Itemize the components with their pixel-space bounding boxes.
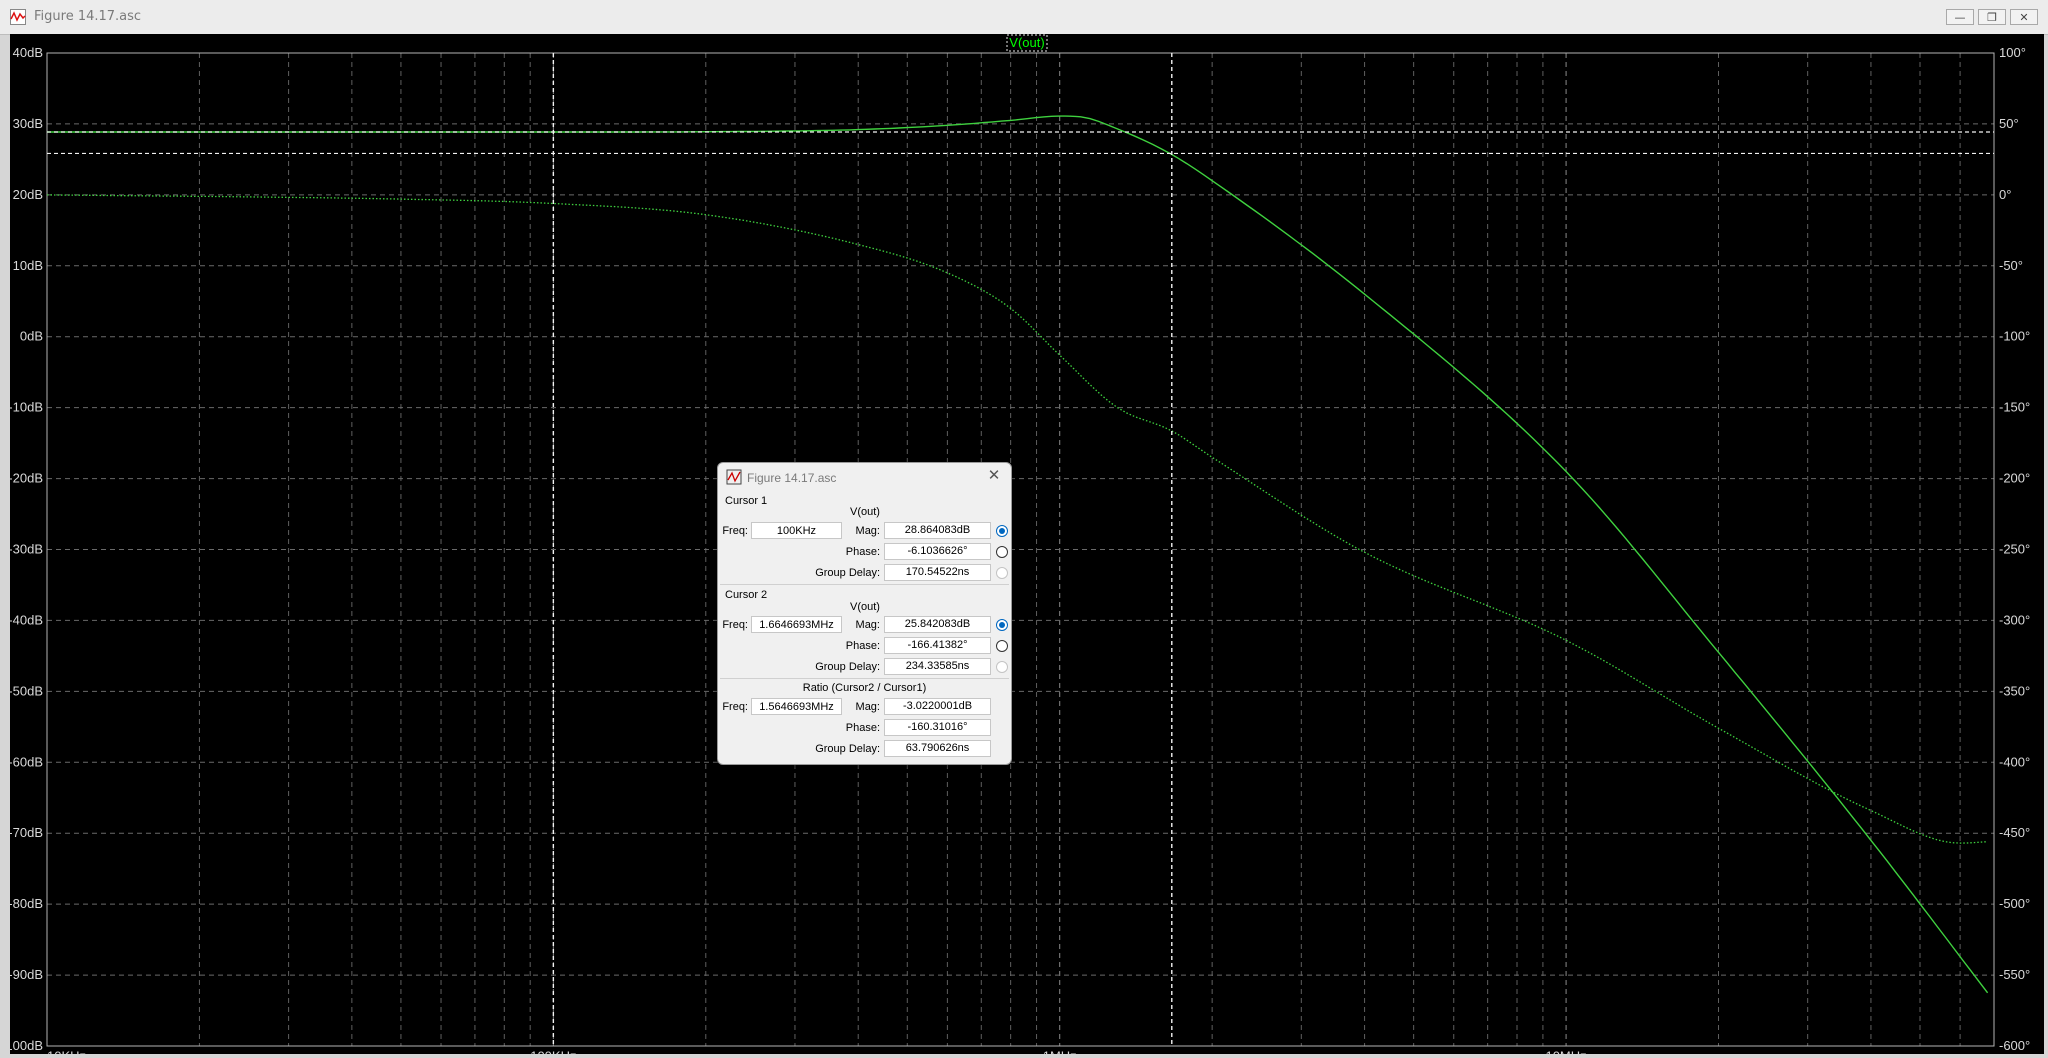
minimize-button[interactable]: —: [1946, 9, 1974, 25]
cursor1-freq-label: Freq:: [722, 525, 748, 537]
cursor-probe-icon: [726, 469, 742, 485]
cursor1-trace: V(out): [850, 506, 880, 518]
cursor2-phase-radio[interactable]: [996, 640, 1008, 652]
ratio-header: Ratio (Cursor2 / Cursor1): [802, 682, 927, 694]
cursor2-group-delay-label: Group Delay:: [815, 661, 880, 673]
y-left-tick-label: -80dB: [10, 896, 43, 911]
title-bar: Figure 14.17.asc — ❐ ✕: [0, 0, 2048, 35]
cursor2-group-delay-field[interactable]: 234.33585ns: [884, 658, 991, 675]
y-left-tick-label: -40dB: [10, 612, 43, 627]
y-right-tick-label: -100°: [1999, 329, 2030, 344]
window-controls: — ❐ ✕: [1946, 9, 2038, 25]
dialog-close-button[interactable]: ✕: [985, 467, 1003, 485]
plot-grid: [47, 53, 1994, 1046]
y-left-tick-label: -10dB: [10, 400, 43, 415]
x-tick-label: 1MHz: [1043, 1049, 1077, 1054]
cursor2-phase-field[interactable]: -166.41382°: [884, 637, 991, 654]
y-right-tick-label: -600°: [1999, 1038, 2030, 1053]
cursor1-mag-label: Mag:: [855, 525, 880, 537]
cursor2-mag-field[interactable]: 25.842083dB: [884, 616, 991, 633]
dialog-title: Figure 14.17.asc: [747, 471, 837, 485]
y-right-tick-label: -200°: [1999, 471, 2030, 486]
cursor1-group-delay-label: Group Delay:: [815, 567, 880, 579]
y-right-tick-label: -300°: [1999, 612, 2030, 627]
y-right-tick-label: 0°: [1999, 187, 2011, 202]
dialog-title-bar[interactable]: Figure 14.17.asc ✕: [718, 463, 1011, 491]
cursor2-phase-label: Phase:: [845, 640, 880, 652]
ratio-mag-field[interactable]: -3.0220001dB: [884, 698, 991, 715]
y-left-tick-label: 30dB: [13, 116, 43, 131]
y-right-tick-label: -350°: [1999, 683, 2030, 698]
cursor1-mag-field[interactable]: 28.864083dB: [884, 522, 991, 539]
ratio-phase-label: Phase:: [845, 722, 880, 734]
ratio-phase-field[interactable]: -160.31016°: [884, 719, 991, 736]
y-left-tick-label: 0dB: [20, 329, 43, 344]
y-left-tick-label: -90dB: [10, 967, 43, 982]
cursor2-header: Cursor 2: [725, 589, 768, 601]
cursor2-mag-label: Mag:: [855, 619, 880, 631]
close-button[interactable]: ✕: [2010, 9, 2038, 25]
cursor1-group-delay-field[interactable]: 170.54522ns: [884, 564, 991, 581]
magnitude-trace: [47, 115, 1989, 994]
cursor1-header: Cursor 1: [725, 495, 768, 507]
y-left-tick-label: -70dB: [10, 825, 43, 840]
window-title: Figure 14.17.asc: [34, 9, 142, 24]
cursor1-phase-field[interactable]: -6.1036626°: [884, 543, 991, 560]
waveform-app-icon: [10, 9, 26, 25]
cursor-readout-dialog[interactable]: Figure 14.17.asc ✕ Cursor 1 V(out) Freq:…: [717, 462, 1012, 765]
y-right-tick-label: -150°: [1999, 400, 2030, 415]
y-left-tick-label: 10dB: [13, 258, 43, 273]
y-left-tick-label: -30dB: [10, 542, 43, 557]
ratio-freq-label: Freq:: [722, 701, 748, 713]
y-right-tick-label: 100°: [1999, 45, 2026, 60]
cursor1-phase-radio[interactable]: [996, 546, 1008, 558]
phase-trace: [46, 194, 1988, 844]
x-tick-label: 10MHz: [1545, 1049, 1586, 1054]
y-right-tick-label: -500°: [1999, 896, 2030, 911]
y-right-tick-label: -450°: [1999, 825, 2030, 840]
y-right-tick-label: -400°: [1999, 754, 2030, 769]
restore-button[interactable]: ❐: [1978, 9, 2006, 25]
y-right-tick-label: 50°: [1999, 116, 2019, 131]
y-left-tick-label: -100dB: [10, 1038, 43, 1053]
y-left-tick-label: -50dB: [10, 683, 43, 698]
y-right-tick-label: -250°: [1999, 542, 2030, 557]
ratio-mag-label: Mag:: [855, 701, 880, 713]
y-right-tick-label: -550°: [1999, 967, 2030, 982]
bode-plot[interactable]: 40dB 30dB 20dB 10dB 0dB -10dB -20dB -30dB -40dB -…: [10, 34, 2044, 1054]
waveform-plot-pane[interactable]: 40dB 30dB 20dB 10dB 0dB -10dB -20dB -30dB -40dB -…: [10, 34, 2044, 1054]
cursor1-group-delay-radio[interactable]: [996, 567, 1008, 579]
y-right-tick-label: -50°: [1999, 258, 2023, 273]
cursor2-mag-radio[interactable]: [996, 619, 1008, 631]
cursor2-freq-label: Freq:: [722, 619, 748, 631]
y-left-tick-label: 20dB: [13, 187, 43, 202]
dialog-separator: [720, 678, 1009, 679]
cursor1-mag-radio[interactable]: [996, 525, 1008, 537]
ratio-group-delay-field[interactable]: 63.790626ns: [884, 740, 991, 757]
trace-label-vout[interactable]: V(out): [1009, 35, 1044, 50]
x-tick-label: 10KHz: [47, 1049, 86, 1054]
y-left-tick-label: -20dB: [10, 471, 43, 486]
cursor1-phase-label: Phase:: [845, 546, 880, 558]
plot-axes: 40dB 30dB 20dB 10dB 0dB -10dB -20dB -30dB -40dB -…: [10, 34, 2030, 1054]
plot-traces: [46, 115, 1989, 994]
dialog-separator: [720, 584, 1009, 585]
y-left-tick-label: 40dB: [13, 45, 43, 60]
ratio-group-delay-label: Group Delay:: [815, 743, 880, 755]
cursor2-group-delay-radio[interactable]: [996, 661, 1008, 673]
y-left-tick-label: -60dB: [10, 754, 43, 769]
x-tick-label: 100KHz: [530, 1049, 576, 1054]
cursor2-trace: V(out): [850, 601, 880, 613]
